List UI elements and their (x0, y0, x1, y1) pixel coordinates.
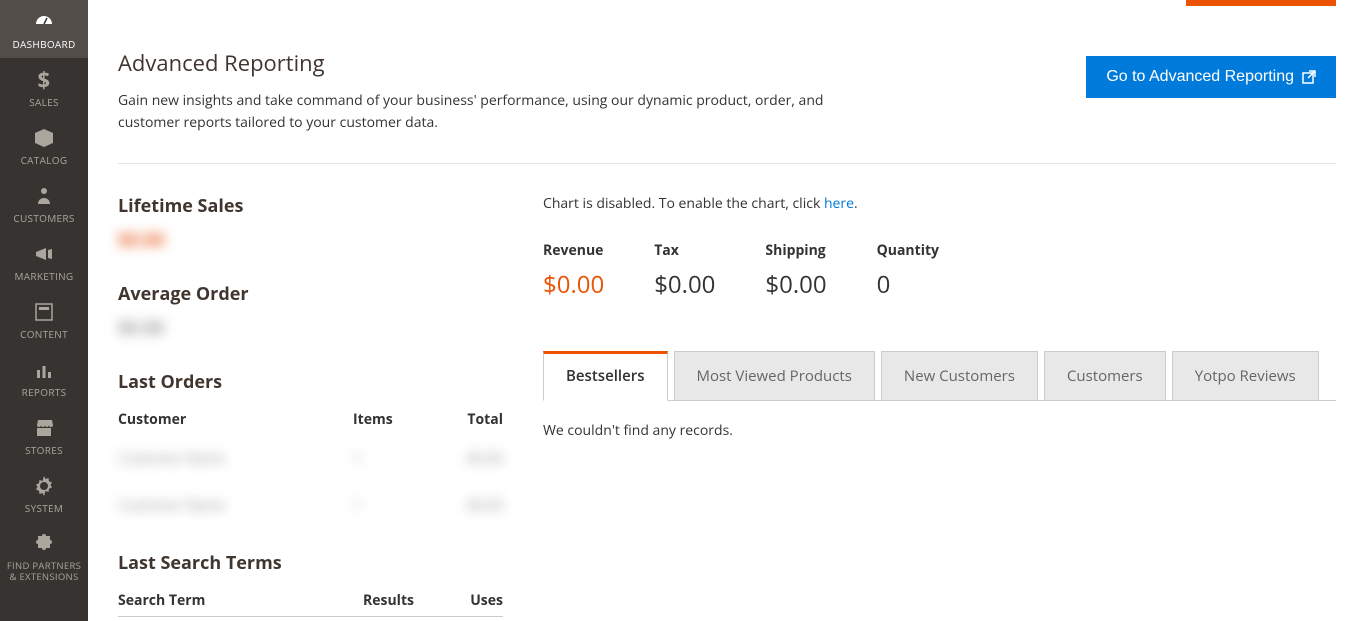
button-label: Go to Advanced Reporting (1106, 68, 1294, 86)
sidebar-item-sales[interactable]: $ SALES (0, 58, 88, 116)
sidebar-label: CONTENT (20, 328, 68, 340)
advanced-reporting-section: Advanced Reporting Gain new insights and… (118, 48, 1336, 135)
sidebar-item-customers[interactable]: CUSTOMERS (0, 174, 88, 232)
content-icon (32, 300, 56, 324)
last-search-terms-header: Search Term Results Uses (118, 585, 503, 617)
go-to-advanced-reporting-button[interactable]: Go to Advanced Reporting (1086, 56, 1336, 98)
metric-label: Shipping (765, 241, 826, 260)
sidebar-item-content[interactable]: CONTENT (0, 290, 88, 348)
sidebar-label: MARKETING (15, 270, 74, 282)
dollar-icon: $ (32, 68, 56, 92)
person-icon (32, 184, 56, 208)
average-order-title: Average Order (118, 282, 503, 306)
tab-new-customers[interactable]: New Customers (881, 351, 1038, 400)
sidebar-label: STORES (25, 444, 63, 456)
sidebar-item-system[interactable]: SYSTEM (0, 464, 88, 522)
tab-customers[interactable]: Customers (1044, 351, 1166, 400)
lifetime-sales-block: Lifetime Sales $0.00 (118, 194, 503, 252)
svg-text:$: $ (38, 68, 51, 92)
sidebar-label: FIND PARTNERS & EXTENSIONS (4, 560, 84, 583)
cell-total: $0.00 (433, 496, 503, 515)
col-results: Results (363, 591, 443, 610)
cell-items: 1 (353, 496, 433, 515)
metric-label: Quantity (877, 241, 939, 260)
sidebar-label: DASHBOARD (12, 38, 75, 50)
metric-label: Tax (654, 241, 715, 260)
average-order-value: $0.00 (118, 316, 503, 340)
last-search-terms-section: Last Search Terms Search Term Results Us… (118, 551, 503, 617)
gear-icon (32, 474, 56, 498)
cell-total: $0.00 (433, 449, 503, 468)
col-customer: Customer (118, 410, 353, 429)
main-content: Advanced Reporting Gain new insights and… (88, 0, 1366, 621)
cell-customer: Customer Name (118, 449, 353, 468)
box-icon (32, 126, 56, 150)
advanced-reporting-title: Advanced Reporting (118, 48, 878, 78)
sidebar-label: REPORTS (22, 386, 67, 398)
metric-value: $0.00 (654, 268, 715, 301)
sidebar-item-reports[interactable]: REPORTS (0, 348, 88, 406)
sidebar: DASHBOARD $ SALES CATALOG CUSTOMERS MARK… (0, 0, 88, 621)
metric-value: $0.00 (765, 268, 826, 301)
top-accent-bar (1186, 0, 1336, 6)
col-total: Total (433, 410, 503, 429)
sidebar-label: CATALOG (21, 154, 68, 166)
chart-enable-link[interactable]: here (824, 194, 854, 213)
external-link-icon (1302, 70, 1316, 84)
chart-note-suffix: . (854, 194, 858, 213)
puzzle-icon (32, 532, 56, 556)
col-items: Items (353, 410, 433, 429)
lifetime-sales-title: Lifetime Sales (118, 194, 503, 218)
tab-yotpo-reviews[interactable]: Yotpo Reviews (1172, 351, 1319, 400)
table-row[interactable]: Customer Name 1 $0.00 (118, 482, 503, 529)
dashboard-icon (32, 10, 56, 34)
chart-disabled-note: Chart is disabled. To enable the chart, … (543, 194, 1336, 213)
metric-value: $0.00 (543, 268, 604, 301)
metric-shipping: Shipping $0.00 (765, 241, 826, 301)
sidebar-item-partners[interactable]: FIND PARTNERS & EXTENSIONS (0, 522, 88, 591)
sidebar-label: SALES (29, 96, 59, 108)
bars-icon (32, 358, 56, 382)
sidebar-item-marketing[interactable]: MARKETING (0, 232, 88, 290)
metric-revenue: Revenue $0.00 (543, 241, 604, 301)
last-orders-section: Last Orders Customer Items Total Custome… (118, 370, 503, 529)
col-uses: Uses (443, 591, 503, 610)
sidebar-item-catalog[interactable]: CATALOG (0, 116, 88, 174)
last-orders-header: Customer Items Total (118, 404, 503, 435)
advanced-reporting-desc: Gain new insights and take command of yo… (118, 90, 878, 135)
tab-content-empty: We couldn't find any records. (543, 401, 1336, 460)
chart-note-prefix: Chart is disabled. To enable the chart, … (543, 194, 824, 213)
tab-bestsellers[interactable]: Bestsellers (543, 351, 668, 401)
col-search-term: Search Term (118, 591, 363, 610)
cell-items: 1 (353, 449, 433, 468)
last-search-terms-title: Last Search Terms (118, 551, 503, 575)
divider (118, 163, 1336, 164)
sidebar-label: CUSTOMERS (13, 212, 74, 224)
sidebar-item-dashboard[interactable]: DASHBOARD (0, 0, 88, 58)
cell-customer: Customer Name (118, 496, 353, 515)
average-order-block: Average Order $0.00 (118, 282, 503, 340)
dashboard-tabs: Bestsellers Most Viewed Products New Cus… (543, 351, 1336, 401)
last-orders-title: Last Orders (118, 370, 503, 394)
table-row[interactable]: Customer Name 1 $0.00 (118, 435, 503, 482)
metric-value: 0 (877, 268, 939, 301)
tab-most-viewed[interactable]: Most Viewed Products (674, 351, 875, 400)
metric-tax: Tax $0.00 (654, 241, 715, 301)
metric-quantity: Quantity 0 (877, 241, 939, 301)
storefront-icon (32, 416, 56, 440)
metrics-row: Revenue $0.00 Tax $0.00 Shipping $0.00 Q… (543, 241, 1336, 301)
sidebar-label: SYSTEM (25, 502, 63, 514)
lifetime-sales-value: $0.00 (118, 228, 503, 252)
megaphone-icon (32, 242, 56, 266)
metric-label: Revenue (543, 241, 604, 260)
sidebar-item-stores[interactable]: STORES (0, 406, 88, 464)
